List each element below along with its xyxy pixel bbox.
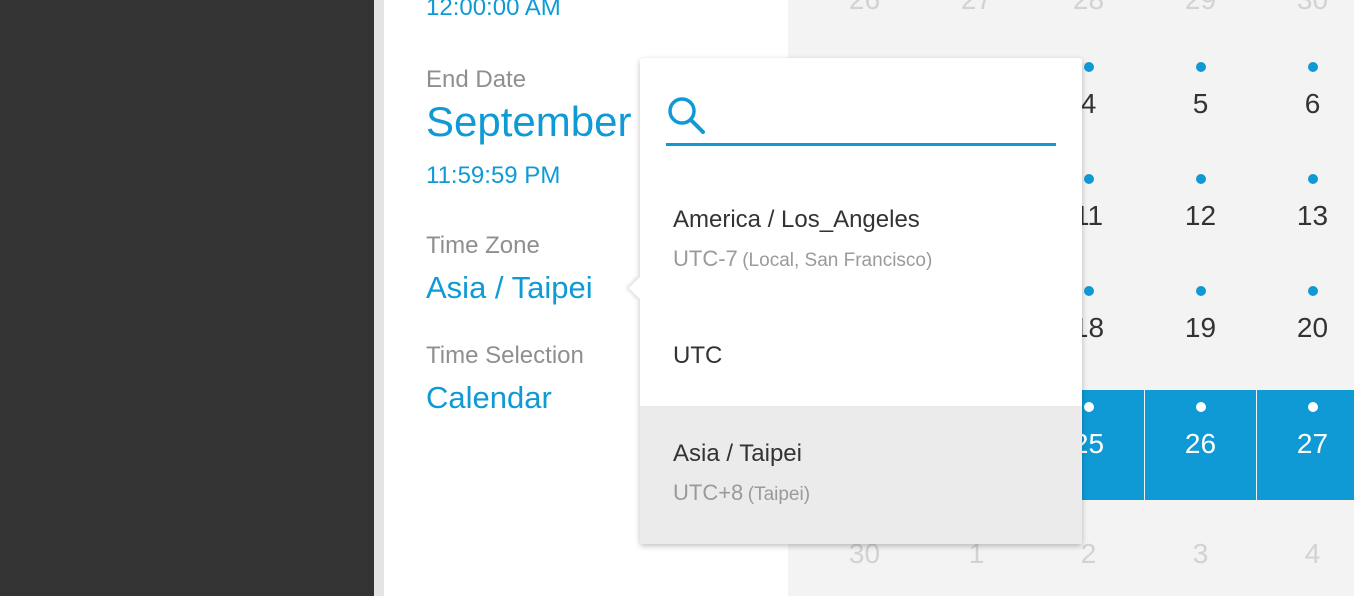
option-location: (Local, San Francisco): [742, 250, 933, 271]
event-dot-icon: [1195, 286, 1206, 296]
time-selection-label: Time Selection: [426, 342, 584, 369]
calendar-day-number: 20: [1296, 312, 1329, 343]
calendar-day[interactable]: 13: [1257, 162, 1354, 272]
calendar-day[interactable]: 27: [921, 0, 1032, 20]
calendar-day-number: 6: [1304, 88, 1321, 119]
calendar-day-number: 3: [1192, 538, 1209, 569]
calendar-day[interactable]: 26: [809, 0, 920, 20]
timezone-label: Time Zone: [426, 232, 540, 259]
app-sidebar: [0, 0, 374, 596]
calendar-day-number: 27: [1296, 428, 1329, 459]
calendar-day[interactable]: 12: [1145, 162, 1256, 272]
calendar-day[interactable]: 29: [1145, 0, 1256, 20]
end-date-label: End Date: [426, 66, 527, 93]
calendar-day-number: 28: [1033, 0, 1144, 16]
event-dot-icon: [1083, 174, 1094, 184]
timezone-search: [666, 88, 1056, 146]
calendar-day-number: 29: [1145, 0, 1256, 16]
calendar-day-number: 30: [1257, 0, 1354, 16]
calendar-day-number: 12: [1184, 200, 1217, 231]
time-selection-value[interactable]: Calendar: [426, 380, 552, 416]
event-dot-icon: [1307, 62, 1318, 72]
calendar-day-number: 5: [1192, 88, 1209, 119]
timezone-option-los-angeles[interactable]: America / Los_Angeles UTC-7 (Local, San …: [640, 188, 1082, 304]
calendar-day-number: 26: [809, 0, 920, 16]
calendar-day[interactable]: 26: [1145, 390, 1256, 500]
calendar-day[interactable]: 4: [1257, 500, 1354, 596]
event-dot-icon: [1195, 402, 1206, 412]
option-name: UTC: [673, 342, 723, 369]
option-offset: UTC-7: [673, 246, 738, 271]
calendar-day-number: 19: [1184, 312, 1217, 343]
calendar-day-number: 26: [1184, 428, 1217, 459]
event-dot-icon: [1307, 286, 1318, 296]
calendar-day-number: 4: [1304, 538, 1321, 569]
calendar-day[interactable]: 19: [1145, 274, 1256, 384]
timezone-option-utc[interactable]: UTC: [640, 306, 1082, 406]
calendar-day[interactable]: 5: [1145, 50, 1256, 160]
timezone-value[interactable]: Asia / Taipei: [426, 270, 593, 306]
calendar-day[interactable]: 28: [1033, 0, 1144, 20]
calendar-day[interactable]: 30: [1257, 0, 1354, 20]
calendar-day-number: 13: [1296, 200, 1329, 231]
event-dot-icon: [1195, 62, 1206, 72]
event-dot-icon: [1307, 402, 1318, 412]
timezone-option-taipei[interactable]: Asia / Taipei UTC+8 (Taipei): [640, 406, 1082, 544]
search-icon: [668, 97, 705, 134]
panel-divider: [374, 0, 384, 596]
calendar-day[interactable]: 6: [1257, 50, 1354, 160]
option-name: America / Los_Angeles: [673, 206, 920, 233]
end-time-value[interactable]: 11:59:59 PM: [426, 162, 560, 190]
event-dot-icon: [1195, 174, 1206, 184]
end-date-value[interactable]: September: [426, 98, 631, 146]
timezone-dropdown: America / Los_Angeles UTC-7 (Local, San …: [628, 58, 1082, 544]
event-dot-icon: [1083, 402, 1094, 412]
event-dot-icon: [1307, 174, 1318, 184]
start-time-value[interactable]: 12:00:00 AM: [426, 0, 561, 22]
calendar-day[interactable]: 27: [1257, 390, 1354, 500]
timezone-search-input[interactable]: [714, 96, 1044, 136]
event-dot-icon: [1083, 286, 1094, 296]
calendar-day-number: 27: [921, 0, 1032, 16]
option-offset: UTC+8: [673, 480, 744, 505]
option-location: (Taipei): [747, 484, 811, 505]
option-name: Asia / Taipei: [673, 440, 802, 467]
event-dot-icon: [1083, 62, 1094, 72]
calendar-day[interactable]: 20: [1257, 274, 1354, 384]
calendar-day[interactable]: 3: [1145, 500, 1256, 596]
